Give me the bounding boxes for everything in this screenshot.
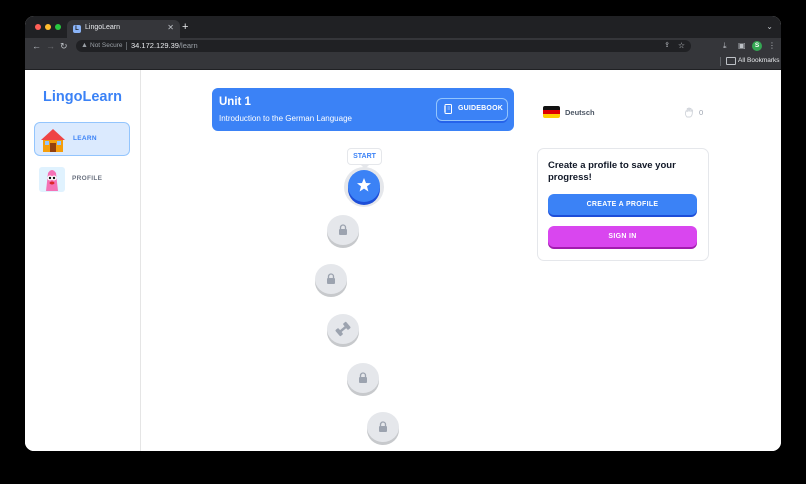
url-path: /learn: [178, 41, 198, 50]
sidebar-item-label: LEARN: [73, 135, 97, 142]
reload-icon[interactable]: ↻: [60, 39, 68, 53]
lock-icon: [379, 421, 387, 432]
unit-title: Unit 1: [219, 96, 251, 108]
warning-icon[interactable]: ▲: [81, 41, 88, 51]
lesson-node-practice[interactable]: [327, 314, 359, 344]
chevron-down-icon[interactable]: ⌄: [766, 22, 773, 31]
lock-icon: [327, 273, 335, 284]
share-icon[interactable]: ⇪: [664, 41, 670, 51]
address-bar[interactable]: ▲ Not Secure 34.172.129.39/learn ⇪ ☆: [76, 40, 691, 52]
lesson-node-locked[interactable]: [315, 264, 347, 294]
url-text[interactable]: 34.172.129.39/learn: [131, 41, 198, 51]
language-label[interactable]: Deutsch: [565, 108, 595, 117]
notebook-icon: [444, 104, 452, 114]
divider: [720, 57, 721, 66]
hearts-count: 0: [699, 108, 704, 117]
divider: [126, 42, 127, 50]
start-label: START: [347, 148, 382, 169]
create-profile-button[interactable]: CREATE A PROFILE: [548, 194, 697, 215]
sidepanel-icon[interactable]: ▣: [738, 40, 746, 52]
mascot-icon: [39, 167, 65, 192]
star-icon: [357, 178, 371, 192]
minimize-window-button[interactable]: [45, 24, 51, 30]
sidebar-item-profile[interactable]: PROFILE: [34, 162, 130, 196]
new-tab-button[interactable]: +: [182, 21, 188, 33]
guidebook-label: GUIDEBOOK: [458, 105, 503, 112]
german-flag-icon[interactable]: [543, 106, 560, 118]
maximize-window-button[interactable]: [55, 24, 61, 30]
lesson-node-locked[interactable]: [347, 363, 379, 393]
forward-icon[interactable]: →: [46, 39, 55, 53]
avatar[interactable]: S: [752, 41, 762, 51]
hand-icon: [684, 107, 694, 118]
lesson-node-locked[interactable]: [327, 215, 359, 245]
download-icon[interactable]: ⤓: [723, 40, 727, 52]
folder-icon[interactable]: [726, 57, 736, 65]
lesson-node-locked[interactable]: [367, 412, 399, 442]
unit-subtitle: Introduction to the German Language: [219, 114, 352, 123]
unit-banner: Unit 1 Introduction to the German Langua…: [212, 88, 514, 131]
bookmarks-bar: All Bookmarks: [25, 54, 781, 70]
toolbar: ← → ↻ ▲ Not Secure 34.172.129.39/learn ⇪…: [25, 38, 781, 54]
favicon-icon: L: [73, 25, 81, 33]
lock-icon: [339, 224, 347, 235]
browser-tab[interactable]: L LingoLearn ✕: [67, 20, 180, 38]
page: LingoLearn LEARN PROFILE Unit 1 Introduc…: [25, 70, 781, 451]
close-tab-icon[interactable]: ✕: [167, 23, 174, 32]
tab-title: LingoLearn: [85, 24, 121, 31]
guidebook-button[interactable]: GUIDEBOOK: [436, 98, 508, 121]
dumbbell-icon: [335, 321, 351, 337]
profile-card: Create a profile to save your progress! …: [537, 148, 709, 261]
bookmark-star-icon[interactable]: ☆: [678, 41, 685, 51]
close-window-button[interactable]: [35, 24, 41, 30]
all-bookmarks-link[interactable]: All Bookmarks: [738, 57, 780, 64]
card-title: Create a profile to save your progress!: [548, 160, 676, 183]
security-label: Not Secure: [90, 42, 123, 49]
sidebar-item-label: PROFILE: [72, 175, 103, 182]
back-icon[interactable]: ←: [32, 39, 41, 53]
url-host: 34.172.129.39: [131, 41, 179, 50]
sidebar: LingoLearn LEARN PROFILE: [25, 70, 141, 451]
house-icon: [41, 129, 65, 152]
menu-icon[interactable]: ⋮: [768, 40, 776, 52]
tab-strip: L LingoLearn ✕ + ⌄: [25, 16, 781, 38]
lock-icon: [359, 372, 367, 383]
app-logo[interactable]: LingoLearn: [43, 89, 122, 105]
lesson-button[interactable]: [348, 170, 380, 202]
lesson-node-current[interactable]: [344, 167, 384, 207]
sidebar-item-learn[interactable]: LEARN: [34, 122, 130, 156]
browser-window: L LingoLearn ✕ + ⌄ ← → ↻ ▲ Not Secure 34…: [25, 16, 781, 451]
sign-in-button[interactable]: SIGN IN: [548, 226, 697, 247]
